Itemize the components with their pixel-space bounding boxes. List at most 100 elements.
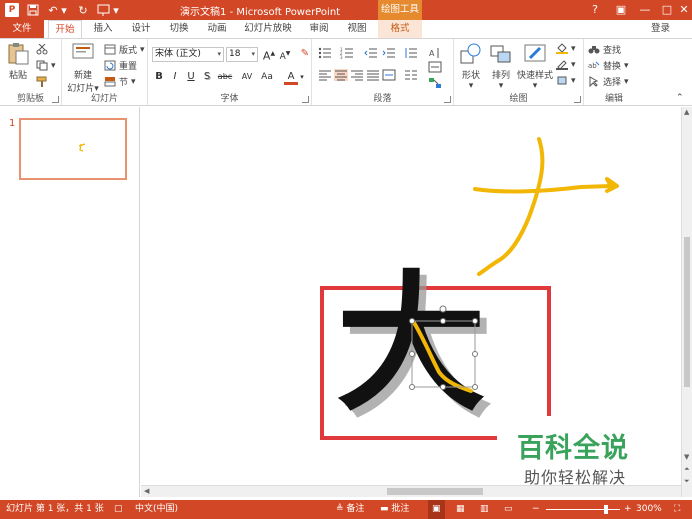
customize-toolbar-icon[interactable]: ▾ xyxy=(112,3,120,17)
tab-animations[interactable]: 动画 xyxy=(200,20,234,38)
vertical-scroll-thumb[interactable] xyxy=(684,237,690,387)
zoom-in-icon[interactable]: + xyxy=(624,500,632,519)
scroll-up-icon[interactable]: ▲ xyxy=(684,108,689,116)
change-case-button[interactable]: Aa xyxy=(258,70,276,84)
select-button[interactable]: 选择 ▾ xyxy=(588,75,629,88)
tab-transitions[interactable]: 切换 xyxy=(162,20,196,38)
comments-button[interactable]: ▬ 批注 xyxy=(380,500,409,519)
tab-file[interactable]: 文件 xyxy=(0,20,44,38)
font-name-dropdown-icon[interactable]: ▾ xyxy=(217,48,221,61)
align-left-icon[interactable] xyxy=(318,69,332,81)
distributed-icon[interactable] xyxy=(382,69,396,81)
close-icon[interactable]: ✕ xyxy=(676,2,692,18)
scroll-left-icon[interactable]: ◀ xyxy=(144,487,149,495)
next-slide-icon[interactable]: ⏷ xyxy=(684,477,690,486)
fit-to-window-icon[interactable]: ⛶ xyxy=(674,500,680,519)
spell-check-icon[interactable]: ▢ xyxy=(114,500,123,519)
slide-show-icon[interactable]: ▭ xyxy=(504,500,513,519)
layout-button[interactable]: 版式 ▾ xyxy=(104,43,145,56)
section-button[interactable]: 节 ▾ xyxy=(104,75,136,88)
arrange-button[interactable]: 排列 ▾ xyxy=(486,42,516,91)
quick-styles-button[interactable]: 快速样式 ▾ xyxy=(516,42,554,91)
yellow-ink-stroke[interactable] xyxy=(473,137,619,276)
font-size-combo[interactable]: 18 ▾ xyxy=(226,47,258,62)
bold-button[interactable]: B xyxy=(152,70,166,84)
slide-thumbnail[interactable] xyxy=(19,118,127,180)
shape-outline-button[interactable]: ▾ xyxy=(556,59,576,70)
horizontal-scrollbar[interactable]: ◀ xyxy=(141,485,681,497)
zoom-slider[interactable] xyxy=(546,509,620,510)
grow-font-icon[interactable]: A▲ xyxy=(262,47,276,63)
line-spacing-icon[interactable] xyxy=(404,47,418,59)
normal-view-icon[interactable]: ▣ xyxy=(428,500,445,519)
vertical-scrollbar[interactable]: ▲ ▼ ⏶ ⏷ xyxy=(681,107,692,497)
smartart-icon[interactable] xyxy=(428,77,442,89)
bullets-icon[interactable] xyxy=(318,47,332,59)
tab-format[interactable]: 格式 xyxy=(378,20,422,38)
text-shadow-button[interactable]: S xyxy=(200,70,214,84)
drawing-launcher-icon[interactable] xyxy=(574,96,581,103)
zoom-out-icon[interactable]: − xyxy=(532,500,540,519)
horizontal-scroll-thumb[interactable] xyxy=(387,488,483,495)
columns-icon[interactable] xyxy=(404,69,418,81)
tab-design[interactable]: 设计 xyxy=(124,20,158,38)
shapes-button[interactable]: 形状 ▾ xyxy=(456,42,486,91)
align-text-icon[interactable] xyxy=(428,61,442,73)
maximize-icon[interactable]: □ xyxy=(656,2,678,18)
language-status[interactable]: 中文(中国) xyxy=(135,500,178,519)
scroll-down-icon[interactable]: ▼ xyxy=(684,453,689,461)
ribbon-display-options-icon[interactable]: ▣ xyxy=(610,2,632,18)
paragraph-launcher-icon[interactable] xyxy=(444,96,451,103)
tab-view[interactable]: 视图 xyxy=(340,20,374,38)
reading-view-icon[interactable]: ▥ xyxy=(480,500,489,519)
undo-icon[interactable]: ↶ xyxy=(46,3,60,17)
shape-fill-button[interactable]: ▾ xyxy=(556,43,576,54)
clear-formatting-icon[interactable]: ✎ xyxy=(298,47,312,61)
new-slide-button[interactable]: 新建 幻灯片▾ xyxy=(66,42,100,94)
tab-slide-show[interactable]: 幻灯片放映 xyxy=(240,20,296,38)
format-painter-button[interactable] xyxy=(36,76,48,87)
decrease-indent-icon[interactable] xyxy=(364,47,378,59)
rotate-handle-icon[interactable] xyxy=(439,305,447,313)
zoom-level[interactable]: 300% xyxy=(636,500,662,519)
tab-home[interactable]: 开始 xyxy=(48,20,82,38)
redo-icon[interactable]: ↻ xyxy=(76,3,90,17)
collapse-ribbon-icon[interactable]: ⌃ xyxy=(676,93,684,103)
justify-icon[interactable] xyxy=(366,69,380,81)
reset-button[interactable]: 重置 xyxy=(104,59,137,72)
tab-insert[interactable]: 插入 xyxy=(86,20,120,38)
replace-button[interactable]: ab 替换 ▾ xyxy=(588,59,629,73)
shrink-font-icon[interactable]: A▼ xyxy=(278,47,292,62)
align-center-icon[interactable] xyxy=(334,69,348,81)
font-color-dropdown-icon[interactable]: ▾ xyxy=(298,70,306,84)
underline-button[interactable]: U xyxy=(184,70,198,84)
minimize-icon[interactable]: — xyxy=(634,2,656,18)
copy-button[interactable]: ▾ xyxy=(36,60,56,71)
shape-effects-button[interactable]: ▾ xyxy=(556,75,576,86)
align-right-icon[interactable] xyxy=(350,69,364,81)
cut-button[interactable] xyxy=(36,44,48,55)
font-launcher-icon[interactable] xyxy=(302,96,309,103)
clipboard-launcher-icon[interactable] xyxy=(52,96,59,103)
previous-slide-icon[interactable]: ⏶ xyxy=(684,465,690,474)
character-glyph[interactable]: 大 大 xyxy=(336,256,493,439)
start-from-beginning-icon[interactable] xyxy=(96,3,110,17)
find-button[interactable]: 查找 xyxy=(588,43,621,56)
notes-button[interactable]: ≜ 备注 xyxy=(336,500,364,519)
strikethrough-button[interactable]: abc xyxy=(216,70,234,84)
save-icon[interactable] xyxy=(26,3,40,17)
copy-dropdown-icon[interactable]: ▾ xyxy=(51,61,56,71)
numbering-icon[interactable]: 123 xyxy=(340,47,354,59)
font-color-button[interactable]: A xyxy=(284,70,298,85)
italic-button[interactable]: I xyxy=(168,70,182,84)
powerpoint-logo-icon[interactable]: P xyxy=(5,3,19,17)
help-icon[interactable]: ? xyxy=(584,2,606,18)
tab-review[interactable]: 审阅 xyxy=(302,20,336,38)
text-direction-icon[interactable]: A xyxy=(428,47,442,59)
zoom-slider-knob[interactable] xyxy=(604,505,608,514)
character-spacing-button[interactable]: AV xyxy=(238,70,256,84)
paste-button[interactable]: 粘贴 xyxy=(4,42,32,81)
slide-sorter-icon[interactable]: ▦ xyxy=(456,500,465,519)
font-size-dropdown-icon[interactable]: ▾ xyxy=(251,48,255,61)
font-name-combo[interactable]: 宋体 (正文) ▾ xyxy=(152,47,224,62)
